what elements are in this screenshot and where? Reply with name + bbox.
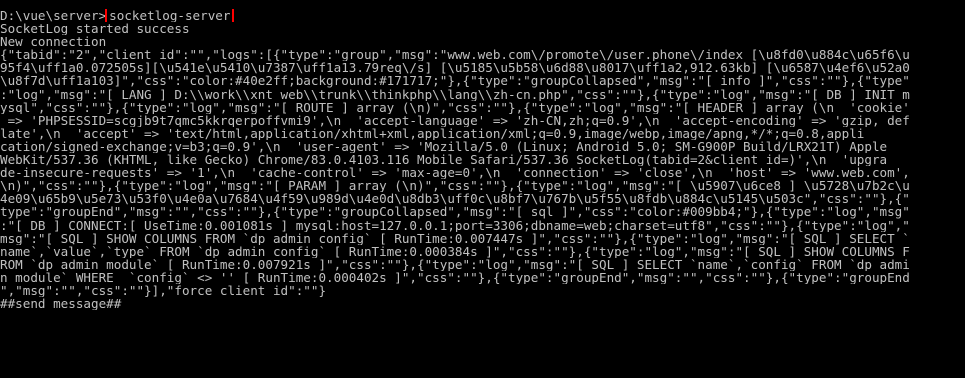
output-line: ysql","css":""},{"type":"log","msg":"[ R…	[0, 100, 910, 114]
output-line: New connection	[0, 35, 107, 49]
output-line: \n)","css":""},{"type":"log","msg":"[ PA…	[0, 179, 910, 193]
terminal-window[interactable]: D:\vue\server> socketlog-server SocketLog…	[0, 0, 965, 378]
prompt: D:\vue\server>	[0, 9, 107, 23]
output-line: type":"groupEnd","msg":"","css":""},{"ty…	[0, 205, 910, 219]
output-line: n_module` WHERE `config` <> '' [ RunTime…	[0, 270, 910, 284]
output-line: => 'PHPSESSID=scgjb9t7qmc5kkrqerpoffvmi9…	[0, 113, 910, 127]
output-line: late',\n 'accept' => 'text/html,applicat…	[0, 126, 865, 140]
output-line: {"tabid":"2","client_id":"","logs":[{"ty…	[0, 48, 910, 62]
command-highlight: socketlog-server	[105, 9, 235, 23]
output-line: cation/signed-exchange;v=b3;q=0.9',\n 'u…	[0, 139, 888, 154]
scrollbar[interactable]	[961, 0, 965, 378]
output-line: msg":"[ SQL ] SHOW COLUMNS FROM `dp_admi…	[0, 231, 910, 245]
output-line: 95f4\uff1a0.072505s][\u541e\u5410\u7387\…	[0, 61, 910, 75]
output-line: SocketLog started success	[0, 22, 190, 36]
output-line: :"[ DB ] CONNECT:[ UseTime:0.001081s ] m…	[0, 218, 910, 232]
output-line: WebKit/537.36 (KHTML, like Gecko) Chrome…	[0, 153, 888, 167]
output-line: de-insecure-requests' => '1',\n 'cache-c…	[0, 166, 910, 180]
output-line: ##send message##	[0, 297, 122, 311]
output-line: \u8f7d\uff1a103]","css":"color:#40e2ff;b…	[0, 74, 910, 88]
output-line: 4e09\u65b9\u5e73\u53f0\u4e0a\u7684\u4f59…	[0, 192, 910, 206]
output-line: :"log","msg":"[ LANG ] D:\\work\\xnt_web…	[0, 87, 910, 101]
output-area: SocketLog started success New connection{…	[0, 22, 965, 310]
output-line: ","msg":"","css":""}],"force_client_id":…	[0, 283, 327, 298]
command-line: D:\vue\server> socketlog-server	[0, 9, 965, 23]
output-line: name`,`value`,`type` FROM `dp_admin_conf…	[0, 244, 910, 258]
output-line: ROM `dp_admin_module` [ RunTime:0.007921…	[0, 257, 910, 271]
